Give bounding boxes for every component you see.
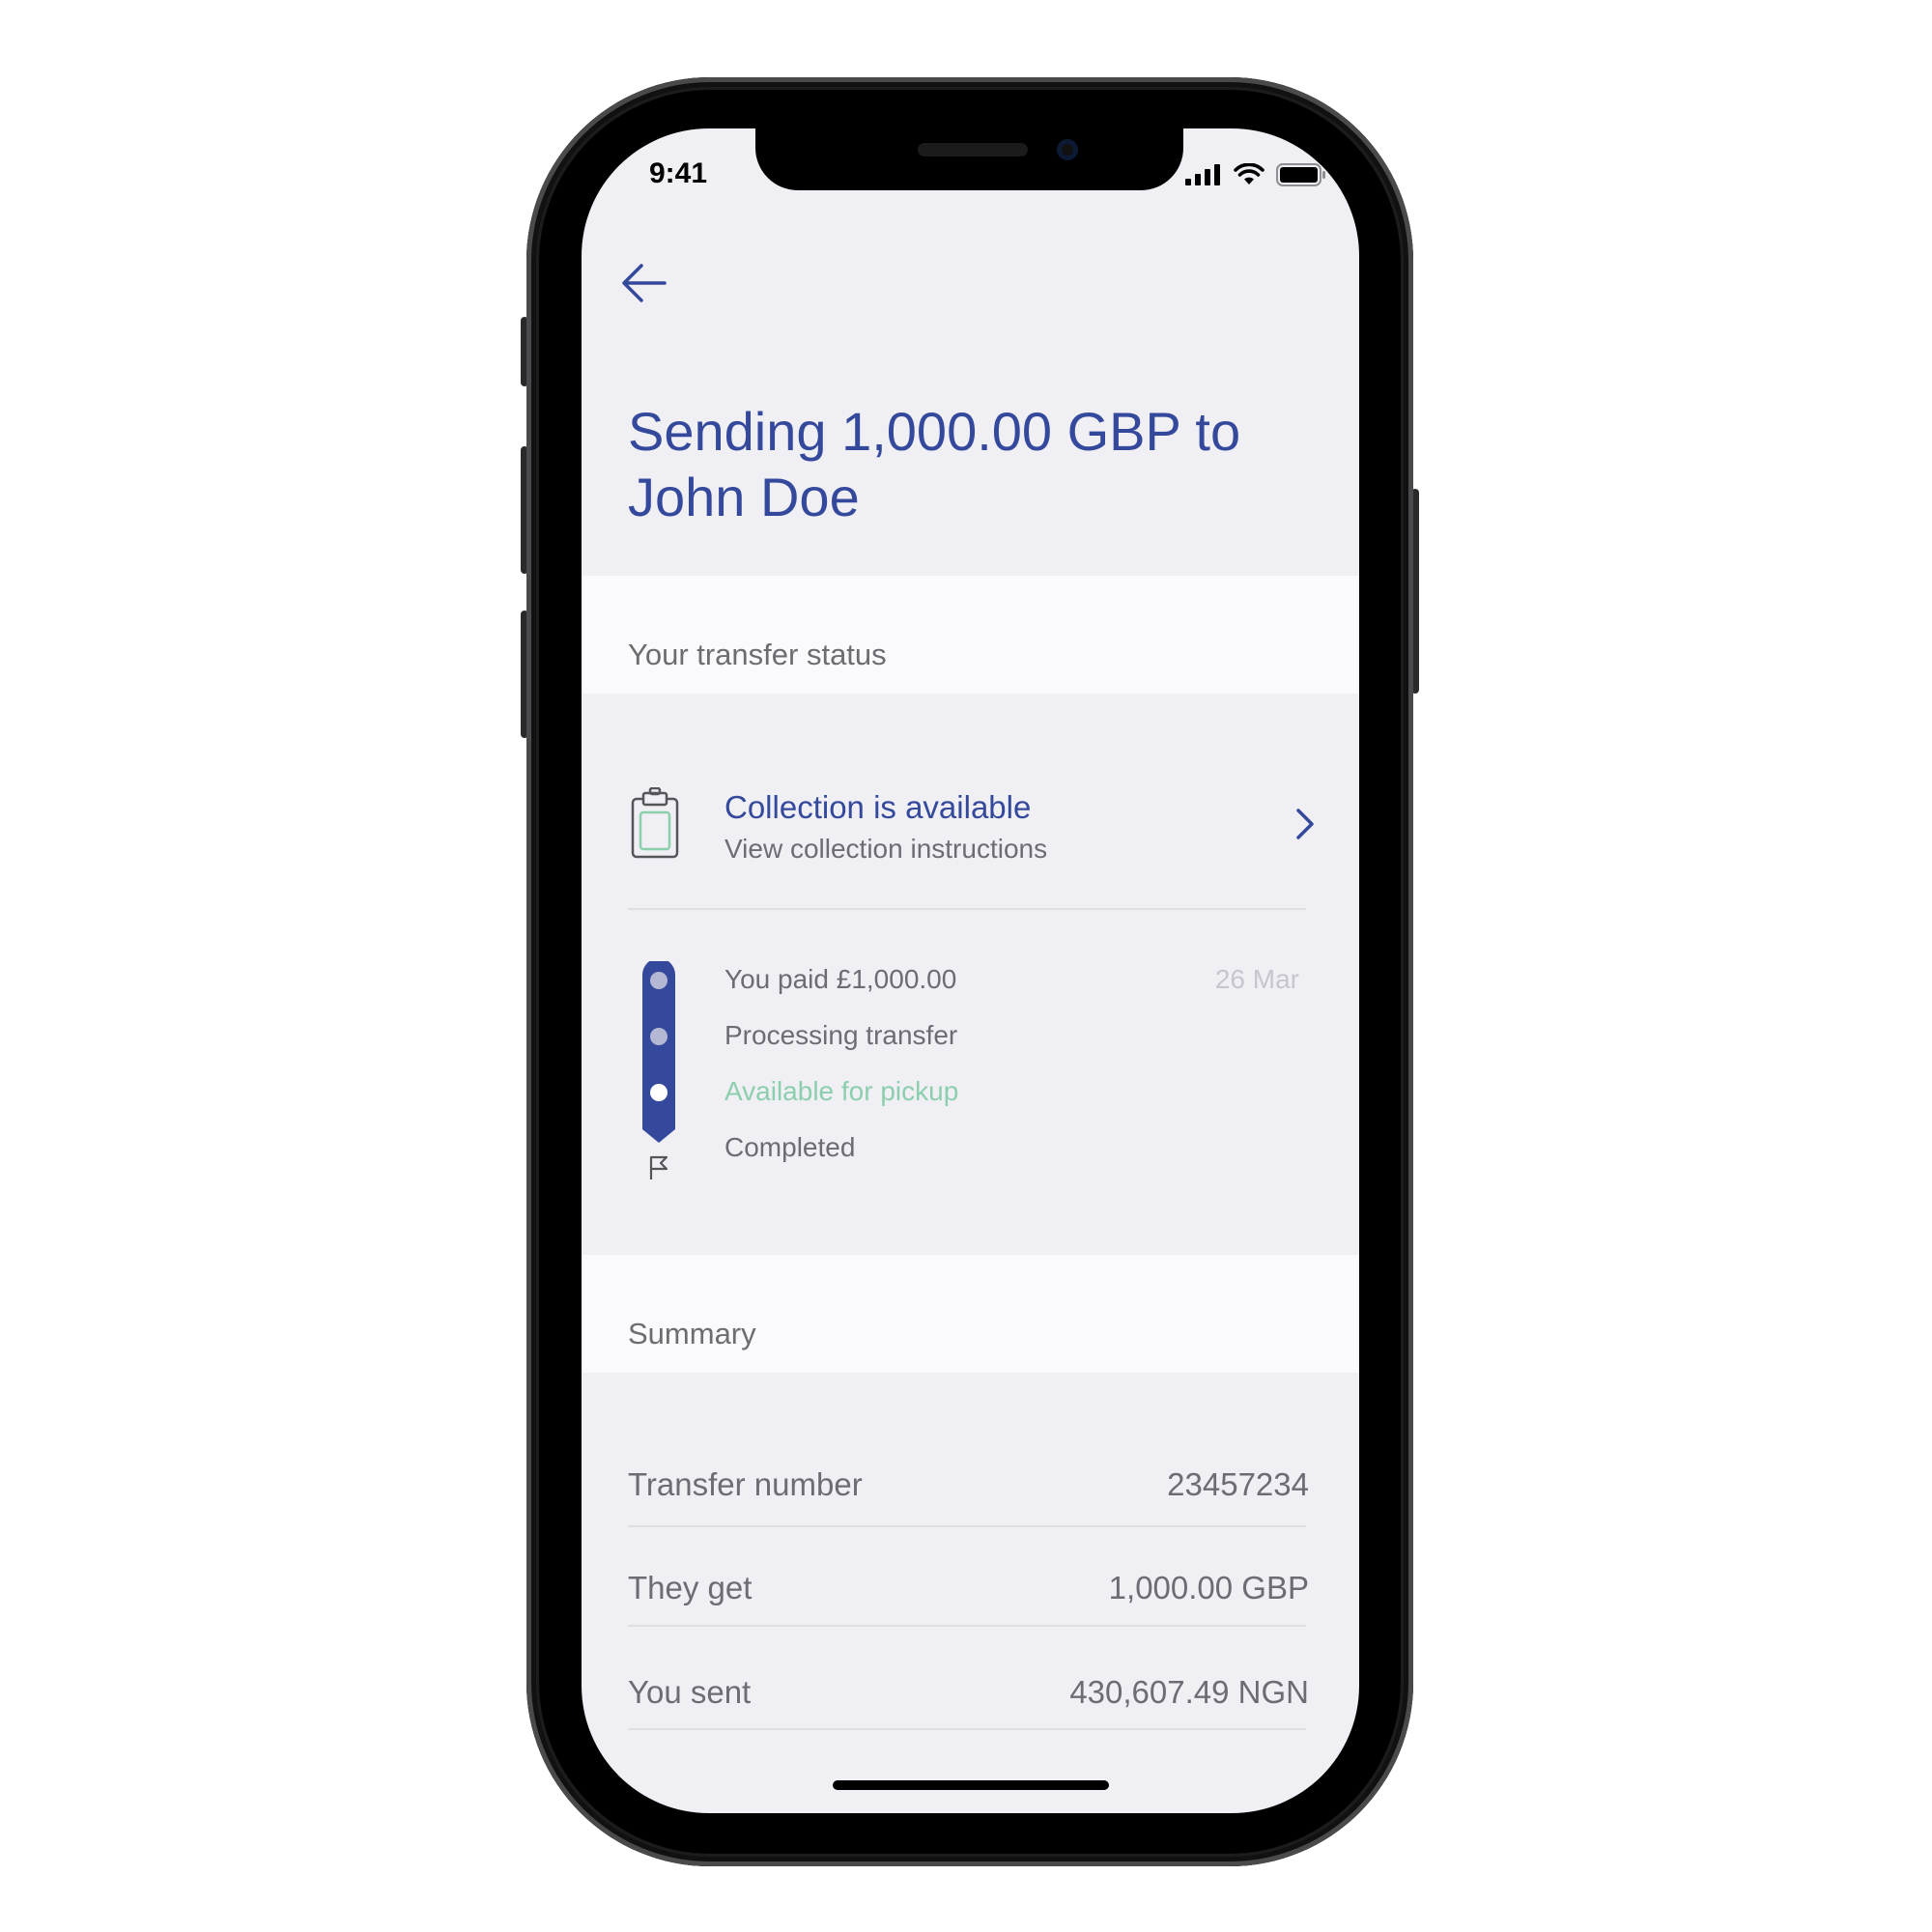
transfer-status-header: Your transfer status xyxy=(582,576,1359,694)
collection-row[interactable]: Collection is available View collection … xyxy=(582,776,1359,901)
status-icons xyxy=(1185,163,1326,186)
step-dot-pickup xyxy=(650,1084,668,1101)
summary-value: 1,000.00 GBP xyxy=(1108,1570,1309,1605)
summary-label: Transfer number xyxy=(628,1466,863,1502)
step-dot-processing xyxy=(650,1028,668,1045)
summary-row-they-get: They get 1,000.00 GBP xyxy=(628,1541,1309,1637)
summary-row-transfer-number: Transfer number 23457234 xyxy=(628,1437,1309,1534)
divider xyxy=(628,1625,1306,1627)
notch xyxy=(755,128,1183,190)
signal-icon xyxy=(1185,164,1220,185)
divider xyxy=(628,908,1306,910)
summary-label: You sent xyxy=(628,1674,752,1710)
step-dot-paid xyxy=(650,972,668,989)
home-indicator[interactable] xyxy=(833,1780,1109,1790)
progress-timeline xyxy=(642,961,675,1143)
summary-row-you-sent: You sent 430,607.49 NGN xyxy=(628,1645,1309,1742)
summary-value: 430,607.49 NGN xyxy=(1069,1674,1309,1710)
step-paid-label: You paid £1,000.00 xyxy=(724,964,957,994)
collection-title: Collection is available xyxy=(724,789,1032,825)
transfer-status-title: Your transfer status xyxy=(628,638,887,671)
step-processing-label: Processing transfer xyxy=(724,1020,958,1050)
step-pickup-label: Available for pickup xyxy=(724,1076,959,1106)
step-paid-date: 26 Mar xyxy=(1214,964,1299,994)
phone-screen: 9:41 Sending 1,000.00 GBP to John Doe Yo… xyxy=(582,128,1359,1813)
clipboard-icon xyxy=(631,787,679,859)
divider xyxy=(628,1728,1306,1730)
back-button[interactable] xyxy=(616,254,674,312)
front-camera xyxy=(1057,139,1078,160)
back-arrow-icon xyxy=(622,264,667,302)
page-title: Sending 1,000.00 GBP to John Doe xyxy=(628,401,1241,527)
divider xyxy=(628,1525,1306,1527)
collection-subtitle: View collection instructions xyxy=(724,834,1048,864)
summary-label: They get xyxy=(628,1570,753,1605)
step-completed-label: Completed xyxy=(724,1132,856,1162)
summary-header: Summary xyxy=(582,1255,1359,1373)
battery-icon xyxy=(1276,163,1325,186)
status-time: 9:41 xyxy=(649,157,708,189)
flag-icon xyxy=(649,1155,668,1179)
summary-title: Summary xyxy=(628,1317,756,1350)
chevron-right-icon xyxy=(1296,809,1314,839)
wifi-icon xyxy=(1234,163,1264,185)
speaker-grille xyxy=(918,143,1028,156)
summary-value: 23457234 xyxy=(1167,1466,1309,1502)
